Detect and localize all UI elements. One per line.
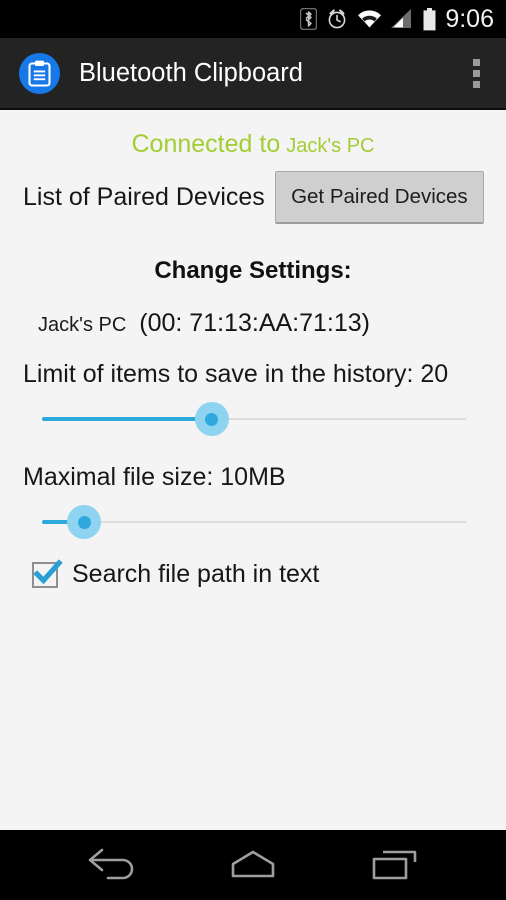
paired-devices-label: List of Paired Devices	[23, 183, 265, 211]
wifi-icon	[358, 10, 382, 28]
clipboard-icon	[19, 52, 60, 94]
filesize-label: Maximal file size: 10MB	[23, 463, 286, 491]
search-file-path-checkbox[interactable]	[32, 558, 63, 588]
connected-device-name: Jack's PC	[286, 135, 375, 157]
device-mac-address: (00: 71:13:AA:71:13)	[139, 309, 370, 337]
home-icon[interactable]	[213, 830, 293, 900]
filesize-slider-track	[42, 521, 466, 523]
status-icons	[300, 7, 437, 31]
search-file-path-row[interactable]: Search file path in text	[0, 558, 506, 589]
filesize-slider[interactable]	[42, 500, 466, 544]
alarm-icon	[328, 9, 346, 29]
connection-status: Connected to Jack's PC	[0, 110, 506, 159]
change-settings-heading: Change Settings:	[154, 257, 352, 284]
get-paired-devices-button[interactable]: Get Paired Devices	[274, 171, 484, 224]
phone-screen: 9:06 Bluetooth Clipboard Connected to Jac…	[0, 0, 506, 900]
device-info-row: Jack's PC (00: 71:13:AA:71:13)	[0, 309, 506, 338]
action-bar: Bluetooth Clipboard	[0, 38, 506, 110]
filesize-slider-thumb[interactable]	[77, 516, 91, 529]
bluetooth-icon	[300, 8, 318, 30]
navigation-bar	[0, 830, 506, 900]
checkmark-icon	[33, 558, 63, 584]
history-limit-slider[interactable]	[42, 397, 466, 441]
history-limit-label: Limit of items to save in the history: 2…	[23, 360, 449, 388]
overflow-menu-icon[interactable]	[460, 49, 492, 97]
paired-devices-row: List of Paired Devices Get Paired Device…	[0, 171, 506, 224]
device-name-label: Jack's PC	[38, 314, 127, 336]
history-slider-fill	[42, 417, 212, 421]
battery-icon	[423, 7, 436, 30]
signal-icon	[391, 9, 412, 28]
recents-icon[interactable]	[355, 830, 435, 900]
status-clock: 9:06	[445, 4, 494, 33]
search-file-path-label: Search file path in text	[72, 560, 320, 588]
app-title: Bluetooth Clipboard	[79, 58, 303, 87]
status-bar: 9:06	[0, 0, 506, 38]
main-content: Connected to Jack's PC List of Paired Dev…	[0, 110, 506, 830]
back-icon[interactable]	[71, 830, 151, 900]
connection-status-text: Connected to	[131, 130, 281, 158]
history-slider-thumb[interactable]	[205, 413, 219, 426]
